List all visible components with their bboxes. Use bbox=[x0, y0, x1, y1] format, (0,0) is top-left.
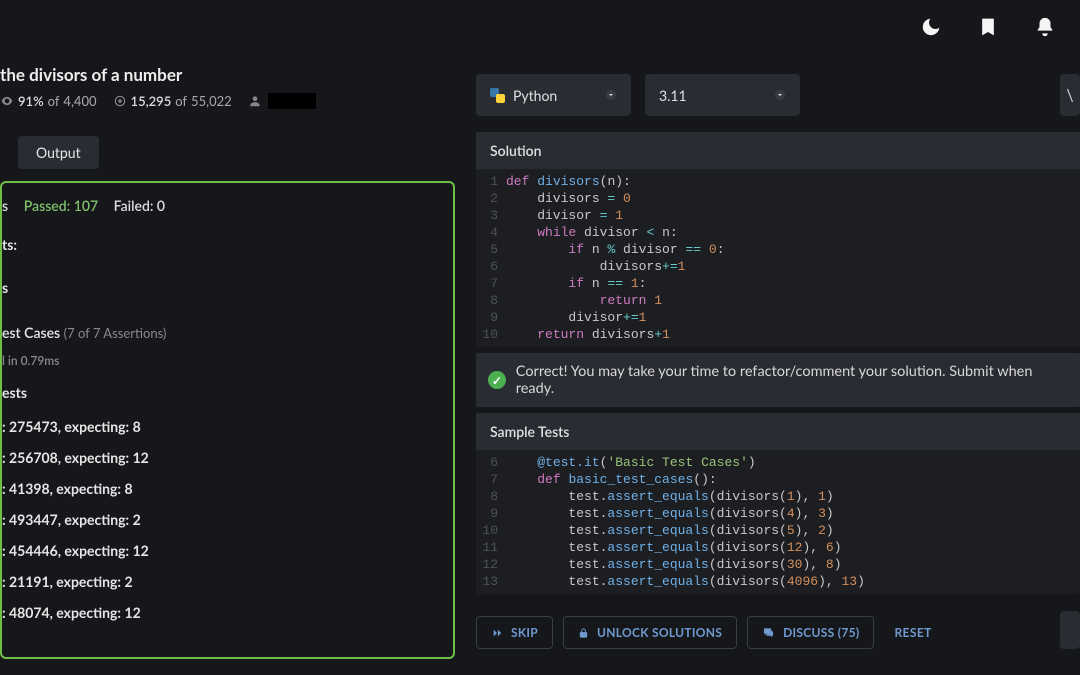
output-panel: s Passed: 107 Failed: 0 ts: s est Cases … bbox=[0, 181, 455, 659]
sample-tests-editor[interactable]: 678910111213 @test.it('Basic Test Cases'… bbox=[476, 450, 1080, 594]
unlock-solutions-button[interactable]: UNLOCK SOLUTIONS bbox=[563, 616, 737, 649]
submit-button-edge[interactable] bbox=[1060, 611, 1080, 649]
test-result-line: : 454446, expecting: 12 bbox=[2, 535, 445, 566]
discuss-button[interactable]: DISCUSS (75) bbox=[747, 616, 874, 649]
satisfaction-stat: 91%of4,400 bbox=[0, 93, 97, 109]
timing-label: l in 0.79ms bbox=[2, 347, 445, 378]
test-cases-node[interactable]: est Cases (7 of 7 Assertions) bbox=[2, 302, 445, 347]
test-result-line: : 493447, expecting: 2 bbox=[2, 504, 445, 535]
bell-icon[interactable] bbox=[1034, 16, 1056, 41]
solution-editor[interactable]: 12345678910 def divisors(n): divisors = … bbox=[476, 169, 1080, 347]
sample-tests-header: Sample Tests bbox=[476, 413, 1080, 450]
chevron-down-icon bbox=[774, 87, 786, 104]
test-result-line: : 275473, expecting: 8 bbox=[2, 411, 445, 442]
failed-count: Failed: 0 bbox=[114, 197, 165, 214]
version-select[interactable]: 3.11 bbox=[645, 74, 800, 116]
correct-message: Correct! You may take your time to refac… bbox=[516, 363, 1068, 397]
passed-count: Passed: 107 bbox=[24, 197, 98, 214]
language-value: Python bbox=[513, 87, 557, 104]
completed-stat: 15,295of55,022 bbox=[113, 93, 232, 109]
moon-icon[interactable] bbox=[920, 16, 942, 41]
solution-header: Solution bbox=[476, 132, 1080, 169]
test-result-line: : 256708, expecting: 12 bbox=[2, 442, 445, 473]
results-heading: ts: bbox=[2, 230, 445, 259]
tab-output[interactable]: Output bbox=[18, 136, 99, 169]
test-result-line: : 21191, expecting: 2 bbox=[2, 566, 445, 597]
results-subheading: s bbox=[2, 259, 445, 302]
language-select[interactable]: Python bbox=[476, 74, 631, 116]
chevron-down-icon bbox=[605, 87, 617, 104]
python-icon bbox=[490, 88, 505, 103]
reset-button[interactable]: RESET bbox=[884, 617, 941, 648]
layout-toggle[interactable]: \ bbox=[1060, 74, 1080, 116]
correct-banner: ✓ Correct! You may take your time to ref… bbox=[476, 353, 1080, 407]
version-value: 3.11 bbox=[659, 87, 687, 104]
kata-title: the divisors of a number bbox=[0, 62, 316, 89]
check-icon: ✓ bbox=[488, 371, 506, 389]
test-result-line: : 41398, expecting: 8 bbox=[2, 473, 445, 504]
test-result-line: : 48074, expecting: 12 bbox=[2, 597, 445, 628]
author-avatar bbox=[268, 93, 316, 109]
time-label: s bbox=[2, 197, 8, 214]
tests-heading: ests bbox=[2, 378, 445, 411]
skip-button[interactable]: SKIP bbox=[476, 616, 553, 649]
bookmark-star-icon[interactable] bbox=[978, 16, 998, 41]
author-stat[interactable] bbox=[248, 93, 316, 109]
